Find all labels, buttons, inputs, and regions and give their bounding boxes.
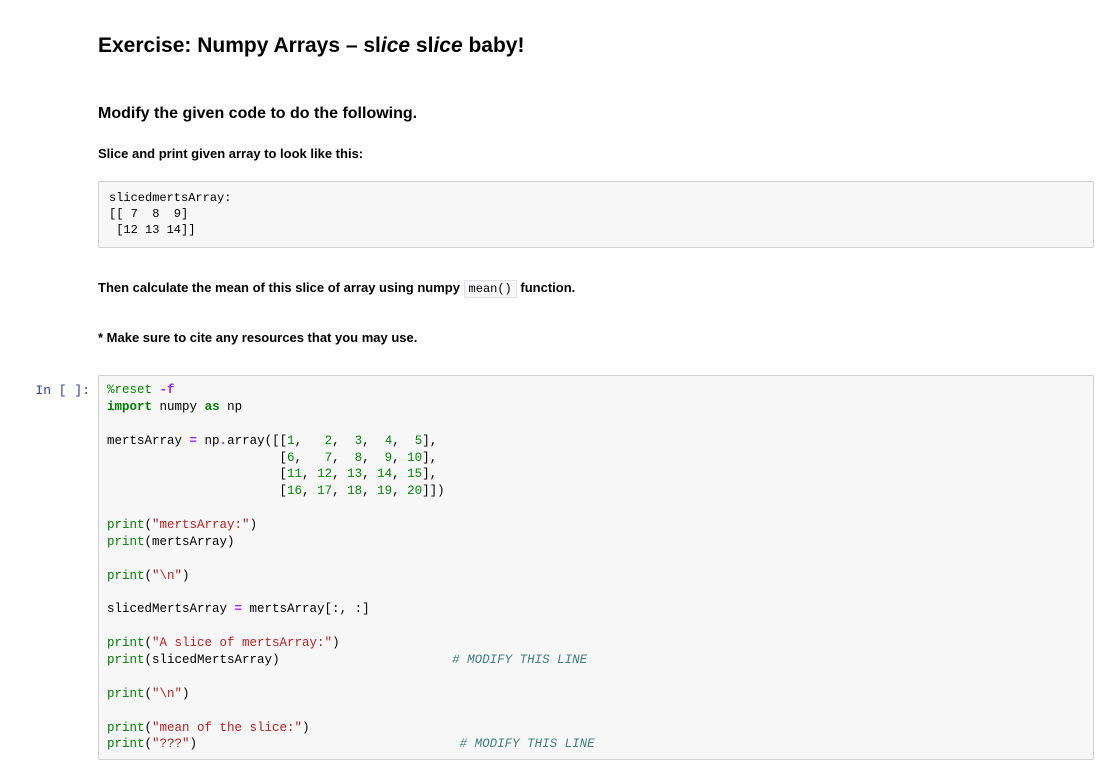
markdown-prompt xyxy=(0,20,98,367)
code-cell: In [ ]: %reset -f import numpy as np mer… xyxy=(0,375,1114,760)
exercise-title: Exercise: Numpy Arrays – slice slice bab… xyxy=(98,30,1094,62)
mean-instruction: Then calculate the mean of this slice of… xyxy=(98,278,1094,298)
markdown-content: Exercise: Numpy Arrays – slice slice bab… xyxy=(98,20,1114,367)
input-prompt: In [ ]: xyxy=(0,375,98,760)
expected-output-block: slicedmertsArray: [[ 7 8 9] [12 13 14]] xyxy=(98,181,1094,248)
code-input-area[interactable]: %reset -f import numpy as np mertsArray … xyxy=(98,375,1094,760)
cite-note: * Make sure to cite any resources that y… xyxy=(98,328,1094,348)
subtitle: Modify the given code to do the followin… xyxy=(98,102,1094,126)
slice-instruction: Slice and print given array to look like… xyxy=(98,144,1094,164)
mean-code-inline: mean() xyxy=(464,280,517,298)
markdown-cell: Exercise: Numpy Arrays – slice slice bab… xyxy=(0,20,1114,367)
